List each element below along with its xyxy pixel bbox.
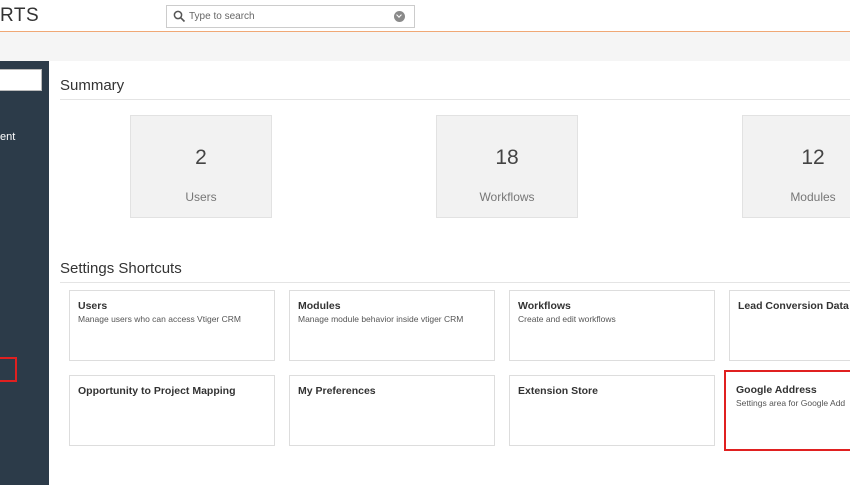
shortcut-title: Workflows [518, 300, 571, 312]
shortcut-title: Modules [298, 300, 341, 312]
shortcut-desc: Manage module behavior inside vtiger CRM [298, 314, 464, 324]
stat-workflows[interactable]: 18 Workflows [436, 115, 578, 218]
shortcut-title: Opportunity to Project Mapping [78, 385, 236, 397]
sidebar-item-label[interactable]: ent [0, 131, 15, 143]
shortcut-title: Extension Store [518, 385, 598, 397]
shortcut-users[interactable]: Users Manage users who can access Vtiger… [69, 290, 275, 361]
brand-logo-text[interactable]: RTS [0, 5, 39, 27]
shortcut-title: My Preferences [298, 385, 376, 397]
shortcut-workflows[interactable]: Workflows Create and edit workflows [509, 290, 715, 361]
shortcut-google-address[interactable]: Google Address Settings area for Google … [724, 370, 850, 451]
shortcut-desc: Settings area for Google Add [736, 398, 846, 408]
sidebar-search-input[interactable] [0, 69, 42, 91]
shortcut-desc: Create and edit workflows [518, 314, 616, 324]
stat-label: Modules [790, 190, 836, 204]
sub-header-bar [0, 32, 850, 61]
shortcut-desc: Manage users who can access Vtiger CRM [78, 314, 241, 324]
search-input[interactable]: Type to search [189, 11, 255, 22]
shortcut-title: Lead Conversion Data Ma [738, 300, 850, 312]
stat-value: 2 [195, 146, 207, 169]
shortcut-modules[interactable]: Modules Manage module behavior inside vt… [289, 290, 495, 361]
summary-divider [60, 99, 850, 100]
shortcut-title: Google Address [736, 384, 817, 396]
global-search[interactable]: Type to search [166, 5, 415, 28]
stat-users[interactable]: 2 Users [130, 115, 272, 218]
shortcut-my-preferences[interactable]: My Preferences [289, 375, 495, 446]
stat-label: Users [185, 190, 217, 204]
shortcut-title: Users [78, 300, 108, 312]
top-bar: RTS Type to search [0, 0, 850, 32]
search-options-chevron-icon[interactable] [394, 11, 405, 22]
shortcut-extension-store[interactable]: Extension Store [509, 375, 715, 446]
stat-label: Workflows [479, 190, 535, 204]
shortcuts-divider [60, 282, 850, 283]
shortcut-lead-conversion[interactable]: Lead Conversion Data Ma [729, 290, 850, 361]
shortcut-opportunity-mapping[interactable]: Opportunity to Project Mapping [69, 375, 275, 446]
stat-modules[interactable]: 12 Modules [742, 115, 850, 218]
settings-main: Summary 2 Users 18 Workflows 12 Modules … [49, 61, 850, 485]
search-icon [173, 10, 186, 23]
stat-value: 12 [801, 146, 825, 169]
sidebar-highlighted-item[interactable] [0, 357, 17, 382]
settings-sidebar: ent [0, 61, 49, 485]
stat-value: 18 [495, 146, 519, 169]
summary-title: Summary [60, 77, 125, 94]
shortcuts-title: Settings Shortcuts [60, 260, 182, 277]
